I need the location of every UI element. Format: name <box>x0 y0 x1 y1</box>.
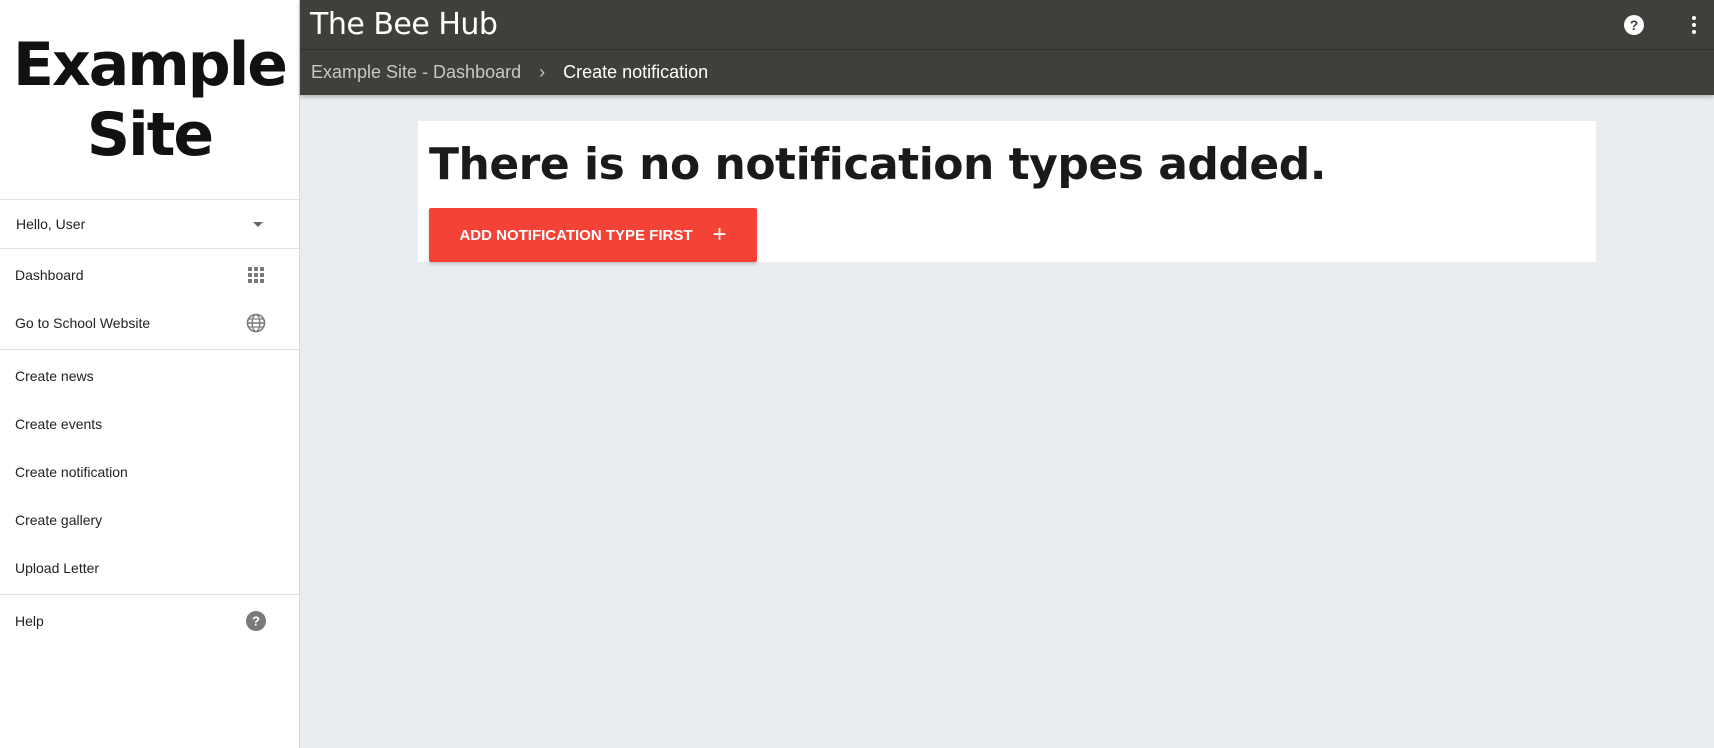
empty-state-message: There is no notification types added. <box>429 139 1326 190</box>
sidebar-item-dashboard[interactable]: Dashboard <box>0 251 299 299</box>
sidebar-item-upload-letter[interactable]: Upload Letter <box>0 544 299 592</box>
sidebar-item-label: Create news <box>15 368 94 384</box>
sidebar-item-create-gallery[interactable]: Create gallery <box>0 496 299 544</box>
site-logo[interactable]: Example Site <box>0 0 299 200</box>
user-menu[interactable]: Hello, User <box>0 200 299 249</box>
add-notification-type-button[interactable]: ADD NOTIFICATION TYPE FIRST + <box>429 208 757 262</box>
top-app-bar: The Bee Hub ? Example Site - Dashboard ›… <box>300 0 1714 95</box>
sidebar-item-help[interactable]: Help ? <box>0 597 299 645</box>
caret-down-icon <box>253 221 263 227</box>
plus-icon: + <box>712 221 727 248</box>
app-root: Example Site Hello, User Dashboard Go to… <box>0 0 1714 748</box>
top-actions: ? <box>1624 14 1704 35</box>
nav-group-help: Help ? <box>0 595 299 647</box>
top-app-bar-row: The Bee Hub ? <box>300 0 1714 50</box>
site-logo-text: Example Site <box>13 29 288 170</box>
breadcrumb-link-dashboard[interactable]: Example Site - Dashboard <box>311 62 521 83</box>
breadcrumb: Example Site - Dashboard › Create notifi… <box>300 50 1714 94</box>
app-title: The Bee Hub <box>310 7 498 42</box>
sidebar: Example Site Hello, User Dashboard Go to… <box>0 0 300 748</box>
sidebar-item-label: Upload Letter <box>15 560 100 576</box>
help-icon[interactable]: ? <box>1624 14 1644 35</box>
chevron-right-icon: › <box>539 61 546 82</box>
more-vert-icon[interactable] <box>1684 15 1704 34</box>
sidebar-item-label: Create events <box>15 416 103 432</box>
sidebar-item-create-events[interactable]: Create events <box>0 400 299 448</box>
nav-group-primary: Dashboard Go to School Website <box>0 249 299 350</box>
sidebar-item-school-website[interactable]: Go to School Website <box>0 299 299 347</box>
user-greeting: Hello, User <box>16 216 86 232</box>
help-circle-icon: ? <box>245 610 267 632</box>
sidebar-item-label: Dashboard <box>15 267 84 283</box>
apps-grid-icon <box>245 264 267 286</box>
svg-text:?: ? <box>252 614 260 629</box>
breadcrumb-current: Create notification <box>563 61 709 82</box>
sidebar-item-label: Create gallery <box>15 512 103 528</box>
add-button-label: ADD NOTIFICATION TYPE FIRST <box>459 226 693 244</box>
sidebar-item-create-notification[interactable]: Create notification <box>0 448 299 496</box>
sidebar-item-label: Help <box>15 613 44 629</box>
empty-state-card: There is no notification types added. AD… <box>418 121 1596 262</box>
nav-group-create: Create news Create events Create notific… <box>0 350 299 595</box>
globe-icon <box>245 312 267 334</box>
sidebar-item-label: Create notification <box>15 464 128 480</box>
sidebar-item-label: Go to School Website <box>15 315 151 331</box>
sidebar-item-create-news[interactable]: Create news <box>0 352 299 400</box>
